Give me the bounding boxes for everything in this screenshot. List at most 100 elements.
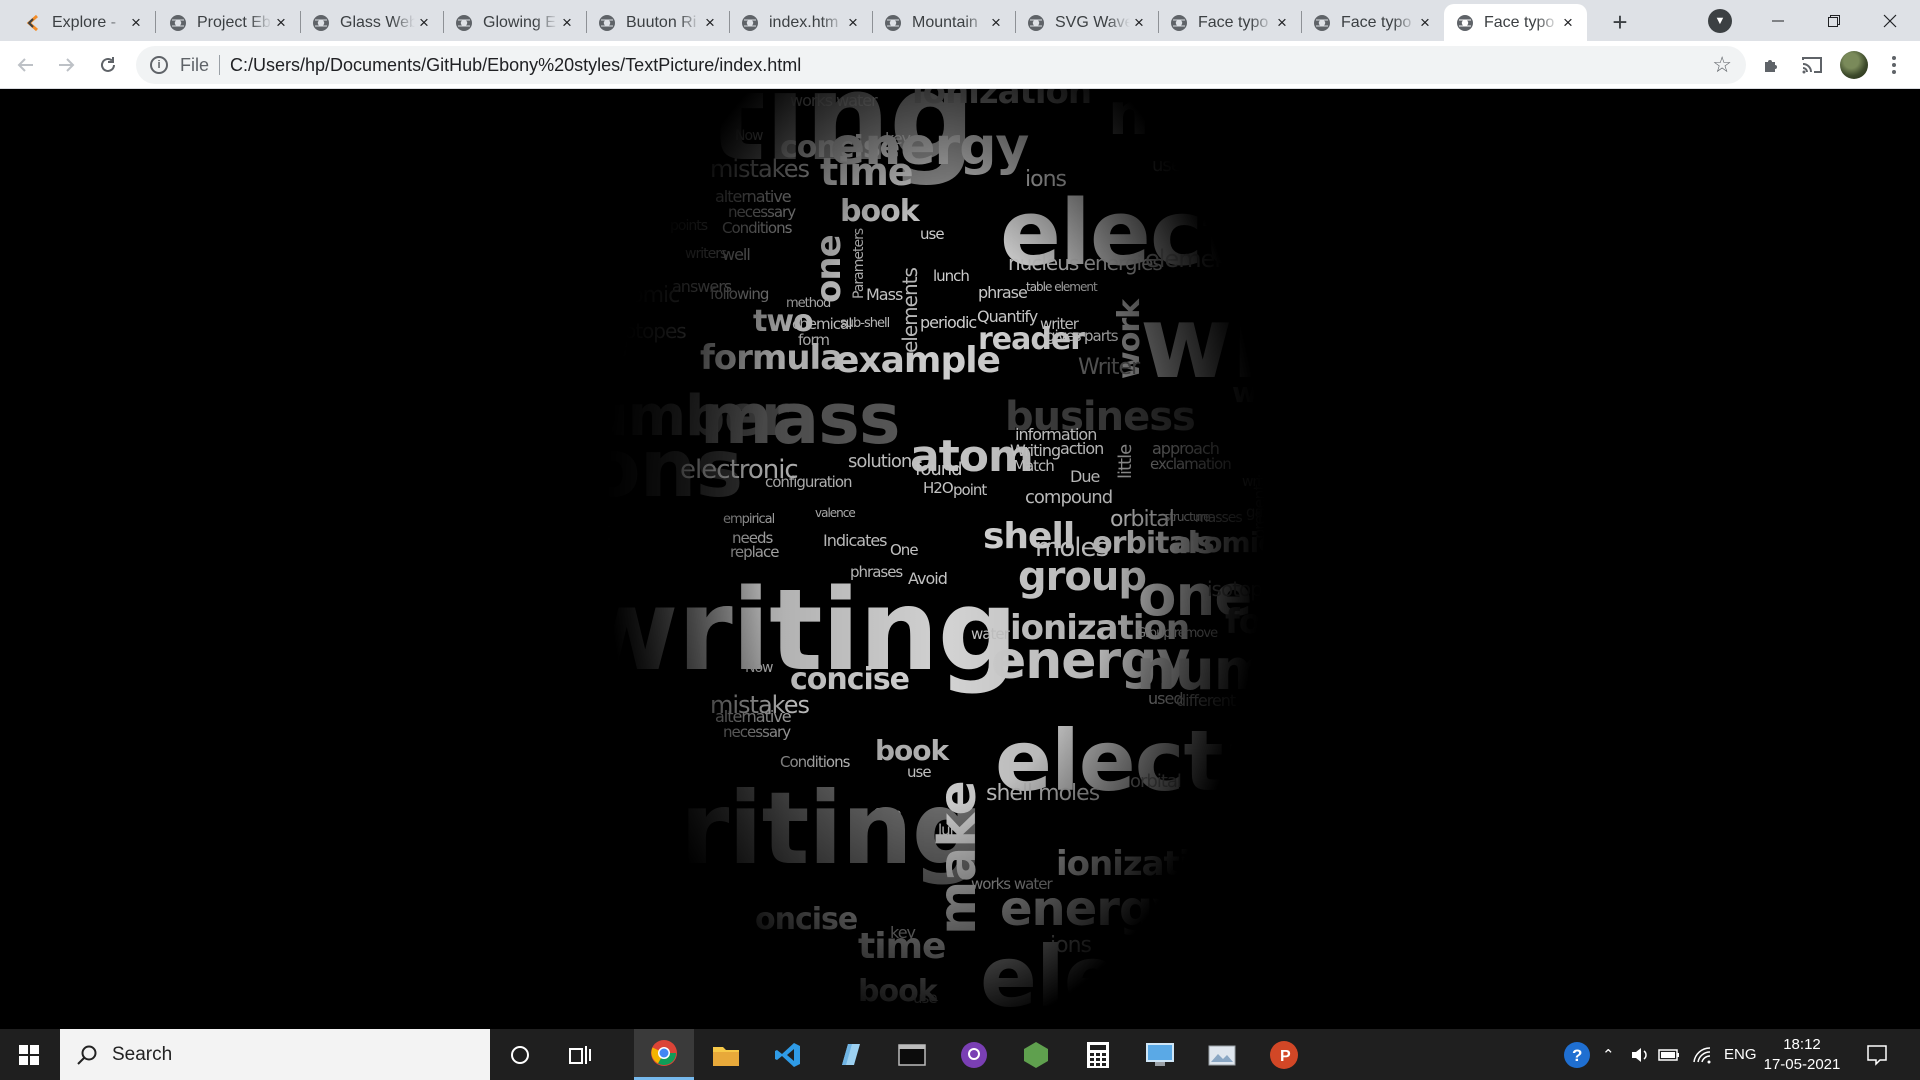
typography-word: little bbox=[1115, 444, 1136, 479]
back-button[interactable] bbox=[10, 49, 42, 81]
new-tab-button[interactable]: + bbox=[1606, 7, 1634, 37]
scheme-chip: File bbox=[180, 55, 221, 75]
typography-word: Conditions bbox=[722, 219, 792, 237]
tab-close-icon[interactable]: × bbox=[701, 13, 719, 32]
help-tray-button[interactable]: ? bbox=[1562, 1029, 1592, 1080]
vscode-icon bbox=[775, 1042, 800, 1067]
typography-word: masses bbox=[1195, 510, 1243, 526]
taskbar-powerpoint[interactable]: P bbox=[1254, 1029, 1314, 1080]
cortana-button[interactable] bbox=[490, 1029, 550, 1080]
typography-word: book bbox=[875, 734, 949, 767]
globe-icon bbox=[599, 14, 615, 31]
typography-word: time bbox=[820, 150, 914, 194]
taskbar-photos[interactable] bbox=[1192, 1029, 1252, 1080]
typography-word: One bbox=[890, 541, 919, 559]
battery-button[interactable] bbox=[1658, 1029, 1680, 1080]
tab-close-icon[interactable]: × bbox=[1273, 13, 1291, 32]
tab-close-icon[interactable]: × bbox=[987, 13, 1005, 32]
tab[interactable]: Project Eb × bbox=[157, 4, 300, 41]
reload-button[interactable] bbox=[92, 49, 124, 81]
address-bar[interactable]: i File C:/Users/hp/Documents/GitHub/Ebon… bbox=[136, 46, 1746, 84]
taskbar-nodejs[interactable] bbox=[1006, 1029, 1066, 1080]
taskbar-notepad[interactable] bbox=[820, 1029, 880, 1080]
powerpoint-icon: P bbox=[1270, 1040, 1298, 1069]
tab[interactable]: Glowing E × bbox=[443, 4, 586, 41]
typography-word: atomic bbox=[610, 283, 680, 308]
show-hidden-icons-button[interactable]: ⌃ bbox=[1602, 1029, 1615, 1080]
tab-close-icon[interactable]: × bbox=[1416, 13, 1434, 32]
tab-title: Project Eb bbox=[197, 13, 271, 31]
tab-search-button[interactable]: ▼ bbox=[1708, 9, 1732, 33]
cast-button[interactable] bbox=[1798, 51, 1826, 79]
volume-button[interactable] bbox=[1630, 1029, 1650, 1080]
globe-icon bbox=[456, 14, 472, 31]
tab-close-icon[interactable]: × bbox=[415, 13, 433, 32]
tab-title: Face typo bbox=[1484, 13, 1555, 31]
typography-word: book bbox=[840, 194, 920, 229]
typography-word: Due bbox=[1070, 467, 1100, 486]
typography-word: isotopes bbox=[610, 319, 687, 343]
tab[interactable]: Mountain × bbox=[872, 4, 1015, 41]
notifications-button[interactable] bbox=[1866, 1029, 1888, 1080]
notepad-icon bbox=[842, 1043, 860, 1065]
tab[interactable]: Explore - × bbox=[12, 4, 155, 41]
globe-icon bbox=[1457, 14, 1473, 31]
extensions-button[interactable] bbox=[1758, 51, 1786, 79]
info-icon[interactable]: i bbox=[150, 56, 168, 74]
close-window-button[interactable] bbox=[1862, 0, 1918, 41]
taskbar-github-desktop[interactable] bbox=[944, 1029, 1004, 1080]
typography-word: replace bbox=[730, 543, 779, 561]
typography-word: Mass bbox=[866, 285, 903, 304]
star-icon[interactable]: ☆ bbox=[1712, 52, 1732, 78]
clock[interactable]: 18:12 17-05-2021 bbox=[1752, 1035, 1852, 1075]
battery-icon bbox=[1658, 1048, 1679, 1061]
search-icon bbox=[77, 1045, 97, 1065]
typography-word: H2O bbox=[923, 479, 954, 497]
tab[interactable]: SVG Wave × bbox=[1015, 4, 1158, 41]
taskbar-terminal[interactable] bbox=[882, 1029, 942, 1080]
tab[interactable]: Face typo × bbox=[1444, 4, 1587, 41]
typography-word: necessary bbox=[723, 723, 791, 741]
typography-word: one bbox=[1216, 824, 1330, 889]
tab-close-icon[interactable]: × bbox=[272, 13, 290, 32]
taskbar-chrome[interactable] bbox=[634, 1029, 694, 1080]
taskbar-remote-desktop[interactable] bbox=[1130, 1029, 1190, 1080]
svg-text:P: P bbox=[1280, 1048, 1291, 1065]
clock-date: 17-05-2021 bbox=[1763, 1056, 1841, 1073]
wifi-button[interactable] bbox=[1692, 1029, 1712, 1080]
url-text[interactable]: C:/Users/hp/Documents/GitHub/Ebony%20sty… bbox=[230, 55, 801, 76]
tab-close-icon[interactable]: × bbox=[1130, 13, 1148, 32]
tab[interactable]: Face typo × bbox=[1301, 4, 1444, 41]
taskbar-vscode[interactable] bbox=[758, 1029, 818, 1080]
tab-title: Glowing E bbox=[483, 13, 556, 31]
tab-close-icon[interactable]: × bbox=[844, 13, 862, 32]
taskbar-calculator[interactable] bbox=[1068, 1029, 1128, 1080]
forward-button[interactable] bbox=[50, 49, 82, 81]
tab[interactable]: Buuton Ri × bbox=[586, 4, 729, 41]
tab-close-icon[interactable]: × bbox=[1559, 13, 1577, 32]
typography-word: lunch bbox=[933, 267, 970, 285]
tab[interactable]: Face typo × bbox=[1158, 4, 1301, 41]
typography-word: following bbox=[710, 285, 769, 303]
tab-close-icon[interactable]: × bbox=[127, 13, 145, 32]
globe-icon bbox=[313, 14, 329, 31]
restore-button[interactable] bbox=[1806, 0, 1862, 41]
taskbar-file-explorer[interactable] bbox=[696, 1029, 756, 1080]
tab-close-icon[interactable]: × bbox=[558, 13, 576, 32]
taskbar-search-placeholder: Search bbox=[112, 1043, 173, 1065]
menu-button[interactable] bbox=[1880, 51, 1908, 79]
chevron-down-icon: ▼ bbox=[1714, 15, 1726, 27]
tab[interactable]: index.htm × bbox=[729, 4, 872, 41]
globe-icon bbox=[1171, 14, 1187, 31]
typography-word: Now bbox=[735, 128, 763, 144]
tab[interactable]: Glass Web × bbox=[300, 4, 443, 41]
taskbar-search-box[interactable]: Search bbox=[60, 1029, 490, 1080]
task-view-button[interactable] bbox=[550, 1029, 610, 1080]
avatar[interactable] bbox=[1840, 51, 1868, 79]
typography-word: Indicates bbox=[823, 531, 888, 550]
typography-word: exclamation bbox=[1150, 455, 1232, 473]
start-button[interactable] bbox=[0, 1029, 58, 1080]
typography-word: configuration bbox=[765, 473, 852, 491]
minimize-button[interactable] bbox=[1750, 0, 1806, 41]
typography-word: point bbox=[953, 481, 987, 499]
